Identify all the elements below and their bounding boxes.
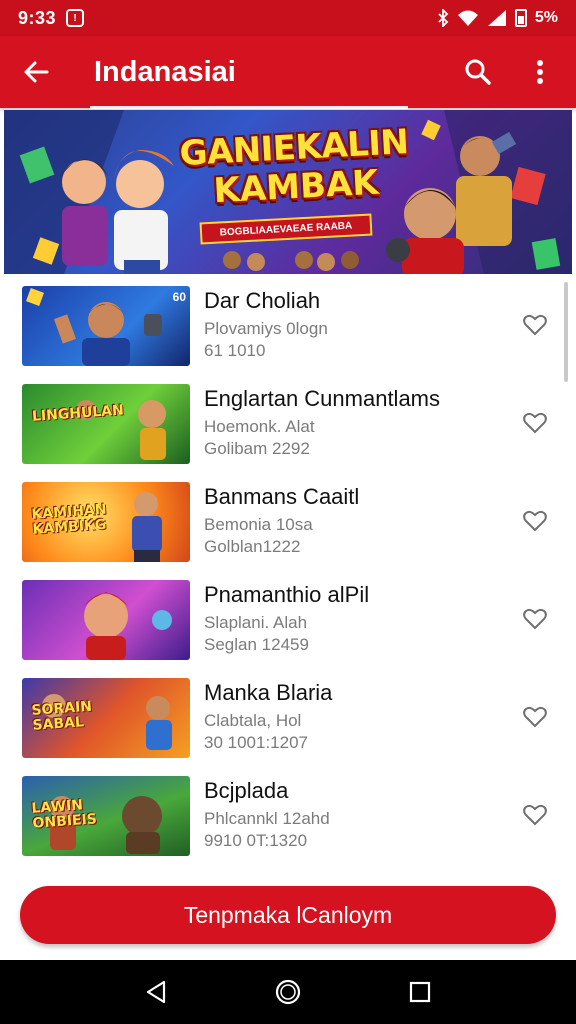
primary-cta-button[interactable]: Tenpmaka lCanloym bbox=[20, 886, 556, 944]
item-title: Manka Blaria bbox=[204, 680, 333, 705]
item-text: Banmans Caaitl Bemonia 10sa Golblan1222 bbox=[204, 484, 504, 558]
item-subtitle: Hoemonk. Alat bbox=[204, 417, 315, 436]
item-text: Pnamanthio alPil Slaplani. Alah Seglan 1… bbox=[204, 582, 504, 656]
app-bar-actions bbox=[458, 52, 560, 92]
item-meta: Golblan1222 bbox=[204, 537, 301, 556]
item-meta: Seglan 12459 bbox=[204, 635, 309, 654]
tab-indicator bbox=[90, 106, 408, 109]
game-list: 60 Dar Choliah Plovamiys 0logn 61 1010 L… bbox=[8, 276, 568, 872]
item-title: Englartan Cunmantlams bbox=[204, 386, 441, 411]
item-title: Bcjplada bbox=[204, 778, 289, 803]
thumbnail-art bbox=[84, 592, 172, 660]
game-thumbnail: LAWIN ONBIEIS bbox=[22, 776, 190, 856]
status-time: 9:33 bbox=[18, 7, 57, 28]
list-item[interactable]: SORAIN SABAL Manka Blaria Clabtala, Hol … bbox=[8, 668, 568, 766]
cta-area: Tenpmaka lCanloym bbox=[0, 872, 576, 960]
page-title: Indanasiai bbox=[94, 55, 236, 88]
list-item[interactable]: Pnamanthio alPil Slaplani. Alah Seglan 1… bbox=[8, 570, 568, 668]
promo-banner[interactable]: GANIEKALIN KAMBAK BOGBLIAAEVAEAE RAABA bbox=[4, 110, 572, 274]
game-thumbnail: KAMIHAN KAMBIKG bbox=[22, 482, 190, 562]
status-bar: 9:33 ! 5% bbox=[0, 0, 576, 36]
battery-percent: 5% bbox=[534, 9, 558, 26]
home-circle-icon[interactable] bbox=[266, 970, 310, 1014]
list-item[interactable]: LINGHULAN Englartan Cunmantlams Hoemonk.… bbox=[8, 374, 568, 472]
app-bar: Indanasiai bbox=[0, 36, 576, 108]
scrollbar[interactable] bbox=[564, 282, 568, 382]
recents-square-icon[interactable] bbox=[398, 970, 442, 1014]
game-thumbnail: SORAIN SABAL bbox=[22, 678, 190, 758]
battery-icon bbox=[514, 9, 527, 27]
list-item[interactable]: KAMIHAN KAMBIKG Banmans Caaitl Bemonia 1… bbox=[8, 472, 568, 570]
back-arrow-icon[interactable] bbox=[16, 52, 56, 92]
item-subtitle: Bemonia 10sa bbox=[204, 515, 313, 534]
favorite-heart-icon[interactable] bbox=[520, 800, 550, 830]
thumbnail-art bbox=[76, 400, 166, 460]
item-meta: 61 1010 bbox=[204, 341, 266, 360]
item-title: Pnamanthio alPil bbox=[204, 582, 370, 607]
item-subtitle: Clabtala, Hol bbox=[204, 711, 302, 730]
status-icons: 5% bbox=[437, 9, 558, 27]
bluetooth-icon bbox=[437, 9, 449, 27]
item-title: Dar Choliah bbox=[204, 288, 321, 313]
back-triangle-icon[interactable] bbox=[134, 970, 178, 1014]
item-subtitle: Slaplani. Alah bbox=[204, 613, 308, 632]
favorite-heart-icon[interactable] bbox=[520, 310, 550, 340]
system-nav-bar bbox=[0, 960, 576, 1024]
search-icon[interactable] bbox=[458, 52, 498, 92]
favorite-heart-icon[interactable] bbox=[520, 604, 550, 634]
signal-icon bbox=[487, 9, 507, 27]
item-title: Banmans Caaitl bbox=[204, 484, 360, 509]
item-text: Englartan Cunmantlams Hoemonk. Alat Goli… bbox=[204, 386, 504, 460]
item-meta: 9910 0T:1320 bbox=[204, 831, 308, 850]
game-thumbnail: 60 bbox=[22, 286, 190, 366]
favorite-heart-icon[interactable] bbox=[520, 506, 550, 536]
item-meta: 30 1001:1207 bbox=[204, 733, 308, 752]
wifi-icon bbox=[457, 9, 479, 27]
list-item[interactable]: 60 Dar Choliah Plovamiys 0logn 61 1010 bbox=[8, 276, 568, 382]
notification-icon: ! bbox=[66, 9, 85, 27]
banner-title: GANIEKALIN KAMBAK bbox=[168, 122, 422, 213]
item-text: Dar Choliah Plovamiys 0logn 61 1010 bbox=[204, 288, 504, 362]
item-text: Bcjplada Phlcannkl 12ahd 9910 0T:1320 bbox=[204, 778, 504, 852]
game-thumbnail bbox=[22, 580, 190, 660]
list-item[interactable]: LAWIN ONBIEIS Bcjplada Phlcannkl 12ahd 9… bbox=[8, 766, 568, 864]
favorite-heart-icon[interactable] bbox=[520, 408, 550, 438]
item-subtitle: Plovamiys 0logn bbox=[204, 319, 328, 338]
thumbnail-tag: 60 bbox=[172, 290, 186, 304]
thumbnail-art bbox=[26, 288, 162, 366]
item-text: Manka Blaria Clabtala, Hol 30 1001:1207 bbox=[204, 680, 504, 754]
more-vertical-icon[interactable] bbox=[520, 52, 560, 92]
favorite-heart-icon[interactable] bbox=[520, 702, 550, 732]
game-thumbnail: LINGHULAN bbox=[22, 384, 190, 464]
item-meta: Golibam 2292 bbox=[204, 439, 310, 458]
item-subtitle: Phlcannkl 12ahd bbox=[204, 809, 330, 828]
